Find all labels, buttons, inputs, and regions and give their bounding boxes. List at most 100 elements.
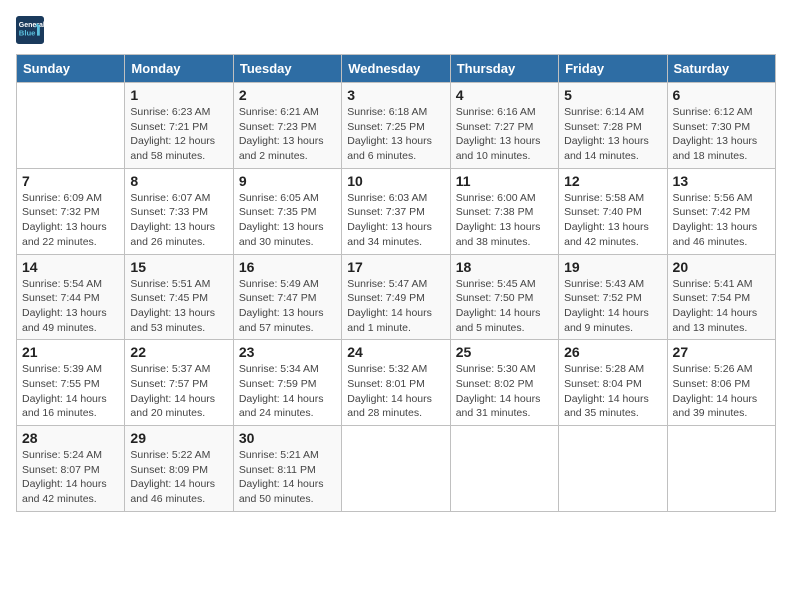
day-cell: 4 Sunrise: 6:16 AM Sunset: 7:27 PM Daylig… <box>450 83 558 169</box>
day-number: 2 <box>239 87 336 103</box>
day-cell: 5 Sunrise: 6:14 AM Sunset: 7:28 PM Daylig… <box>559 83 667 169</box>
day-details: Sunrise: 5:58 AM Sunset: 7:40 PM Dayligh… <box>564 191 661 250</box>
day-details: Sunrise: 5:41 AM Sunset: 7:54 PM Dayligh… <box>673 277 770 336</box>
weekday-header-thursday: Thursday <box>450 55 558 83</box>
day-number: 29 <box>130 430 227 446</box>
day-number: 12 <box>564 173 661 189</box>
day-cell <box>17 83 125 169</box>
weekday-header-wednesday: Wednesday <box>342 55 450 83</box>
day-details: Sunrise: 6:03 AM Sunset: 7:37 PM Dayligh… <box>347 191 444 250</box>
day-cell: 6 Sunrise: 6:12 AM Sunset: 7:30 PM Daylig… <box>667 83 775 169</box>
day-cell: 27 Sunrise: 5:26 AM Sunset: 8:06 PM Dayli… <box>667 340 775 426</box>
day-number: 18 <box>456 259 553 275</box>
day-details: Sunrise: 5:49 AM Sunset: 7:47 PM Dayligh… <box>239 277 336 336</box>
calendar-body: 1 Sunrise: 6:23 AM Sunset: 7:21 PM Daylig… <box>17 83 776 512</box>
day-details: Sunrise: 6:05 AM Sunset: 7:35 PM Dayligh… <box>239 191 336 250</box>
week-row-4: 21 Sunrise: 5:39 AM Sunset: 7:55 PM Dayli… <box>17 340 776 426</box>
day-number: 1 <box>130 87 227 103</box>
day-cell: 12 Sunrise: 5:58 AM Sunset: 7:40 PM Dayli… <box>559 168 667 254</box>
day-number: 4 <box>456 87 553 103</box>
weekday-header-saturday: Saturday <box>667 55 775 83</box>
day-details: Sunrise: 5:43 AM Sunset: 7:52 PM Dayligh… <box>564 277 661 336</box>
day-details: Sunrise: 5:54 AM Sunset: 7:44 PM Dayligh… <box>22 277 119 336</box>
day-number: 17 <box>347 259 444 275</box>
day-cell: 20 Sunrise: 5:41 AM Sunset: 7:54 PM Dayli… <box>667 254 775 340</box>
weekday-header-sunday: Sunday <box>17 55 125 83</box>
day-number: 13 <box>673 173 770 189</box>
day-cell: 14 Sunrise: 5:54 AM Sunset: 7:44 PM Dayli… <box>17 254 125 340</box>
day-details: Sunrise: 6:07 AM Sunset: 7:33 PM Dayligh… <box>130 191 227 250</box>
day-details: Sunrise: 5:51 AM Sunset: 7:45 PM Dayligh… <box>130 277 227 336</box>
day-cell: 13 Sunrise: 5:56 AM Sunset: 7:42 PM Dayli… <box>667 168 775 254</box>
day-cell <box>667 426 775 512</box>
day-cell: 30 Sunrise: 5:21 AM Sunset: 8:11 PM Dayli… <box>233 426 341 512</box>
week-row-5: 28Sunrise: 5:24 AM Sunset: 8:07 PM Dayli… <box>17 426 776 512</box>
day-cell: 17Sunrise: 5:47 AM Sunset: 7:49 PM Dayli… <box>342 254 450 340</box>
day-details: Sunrise: 5:37 AM Sunset: 7:57 PM Dayligh… <box>130 362 227 421</box>
day-number: 6 <box>673 87 770 103</box>
day-number: 15 <box>130 259 227 275</box>
day-details: Sunrise: 5:32 AM Sunset: 8:01 PM Dayligh… <box>347 362 444 421</box>
day-details: Sunrise: 6:12 AM Sunset: 7:30 PM Dayligh… <box>673 105 770 164</box>
day-cell: 2 Sunrise: 6:21 AM Sunset: 7:23 PM Daylig… <box>233 83 341 169</box>
day-number: 16 <box>239 259 336 275</box>
logo: General Blue <box>16 16 48 44</box>
week-row-3: 14 Sunrise: 5:54 AM Sunset: 7:44 PM Dayli… <box>17 254 776 340</box>
day-details: Sunrise: 5:22 AM Sunset: 8:09 PM Dayligh… <box>130 448 227 507</box>
calendar-table: SundayMondayTuesdayWednesdayThursdayFrid… <box>16 54 776 512</box>
day-cell: 28Sunrise: 5:24 AM Sunset: 8:07 PM Dayli… <box>17 426 125 512</box>
day-cell: 19 Sunrise: 5:43 AM Sunset: 7:52 PM Dayli… <box>559 254 667 340</box>
day-details: Sunrise: 6:18 AM Sunset: 7:25 PM Dayligh… <box>347 105 444 164</box>
day-cell <box>342 426 450 512</box>
day-cell: 16 Sunrise: 5:49 AM Sunset: 7:47 PM Dayli… <box>233 254 341 340</box>
weekday-header-tuesday: Tuesday <box>233 55 341 83</box>
calendar-header: SundayMondayTuesdayWednesdayThursdayFrid… <box>17 55 776 83</box>
day-cell: 26Sunrise: 5:28 AM Sunset: 8:04 PM Dayli… <box>559 340 667 426</box>
day-number: 7 <box>22 173 119 189</box>
day-details: Sunrise: 6:21 AM Sunset: 7:23 PM Dayligh… <box>239 105 336 164</box>
day-cell <box>450 426 558 512</box>
day-cell: 11Sunrise: 6:00 AM Sunset: 7:38 PM Dayli… <box>450 168 558 254</box>
day-details: Sunrise: 6:16 AM Sunset: 7:27 PM Dayligh… <box>456 105 553 164</box>
weekday-header-row: SundayMondayTuesdayWednesdayThursdayFrid… <box>17 55 776 83</box>
day-number: 19 <box>564 259 661 275</box>
day-details: Sunrise: 5:39 AM Sunset: 7:55 PM Dayligh… <box>22 362 119 421</box>
day-cell: 8Sunrise: 6:07 AM Sunset: 7:33 PM Daylig… <box>125 168 233 254</box>
day-cell: 25 Sunrise: 5:30 AM Sunset: 8:02 PM Dayli… <box>450 340 558 426</box>
svg-text:Blue: Blue <box>19 29 36 38</box>
day-cell: 15 Sunrise: 5:51 AM Sunset: 7:45 PM Dayli… <box>125 254 233 340</box>
day-number: 14 <box>22 259 119 275</box>
day-details: Sunrise: 5:26 AM Sunset: 8:06 PM Dayligh… <box>673 362 770 421</box>
weekday-header-friday: Friday <box>559 55 667 83</box>
day-details: Sunrise: 5:30 AM Sunset: 8:02 PM Dayligh… <box>456 362 553 421</box>
day-details: Sunrise: 6:14 AM Sunset: 7:28 PM Dayligh… <box>564 105 661 164</box>
day-number: 27 <box>673 344 770 360</box>
day-number: 25 <box>456 344 553 360</box>
day-number: 3 <box>347 87 444 103</box>
day-number: 20 <box>673 259 770 275</box>
day-number: 23 <box>239 344 336 360</box>
day-cell <box>559 426 667 512</box>
day-cell: 1 Sunrise: 6:23 AM Sunset: 7:21 PM Daylig… <box>125 83 233 169</box>
week-row-2: 7 Sunrise: 6:09 AM Sunset: 7:32 PM Daylig… <box>17 168 776 254</box>
day-cell: 21 Sunrise: 5:39 AM Sunset: 7:55 PM Dayli… <box>17 340 125 426</box>
day-number: 9 <box>239 173 336 189</box>
day-details: Sunrise: 6:09 AM Sunset: 7:32 PM Dayligh… <box>22 191 119 250</box>
day-cell: 29 Sunrise: 5:22 AM Sunset: 8:09 PM Dayli… <box>125 426 233 512</box>
day-number: 21 <box>22 344 119 360</box>
day-details: Sunrise: 5:21 AM Sunset: 8:11 PM Dayligh… <box>239 448 336 507</box>
day-number: 30 <box>239 430 336 446</box>
day-cell: 9 Sunrise: 6:05 AM Sunset: 7:35 PM Daylig… <box>233 168 341 254</box>
day-details: Sunrise: 5:34 AM Sunset: 7:59 PM Dayligh… <box>239 362 336 421</box>
day-cell: 22Sunrise: 5:37 AM Sunset: 7:57 PM Dayli… <box>125 340 233 426</box>
day-cell: 23 Sunrise: 5:34 AM Sunset: 7:59 PM Dayli… <box>233 340 341 426</box>
day-details: Sunrise: 5:56 AM Sunset: 7:42 PM Dayligh… <box>673 191 770 250</box>
logo-icon: General Blue <box>16 16 44 44</box>
day-details: Sunrise: 6:23 AM Sunset: 7:21 PM Dayligh… <box>130 105 227 164</box>
day-details: Sunrise: 5:24 AM Sunset: 8:07 PM Dayligh… <box>22 448 119 507</box>
day-cell: 3 Sunrise: 6:18 AM Sunset: 7:25 PM Daylig… <box>342 83 450 169</box>
weekday-header-monday: Monday <box>125 55 233 83</box>
week-row-1: 1 Sunrise: 6:23 AM Sunset: 7:21 PM Daylig… <box>17 83 776 169</box>
day-details: Sunrise: 5:28 AM Sunset: 8:04 PM Dayligh… <box>564 362 661 421</box>
day-number: 5 <box>564 87 661 103</box>
